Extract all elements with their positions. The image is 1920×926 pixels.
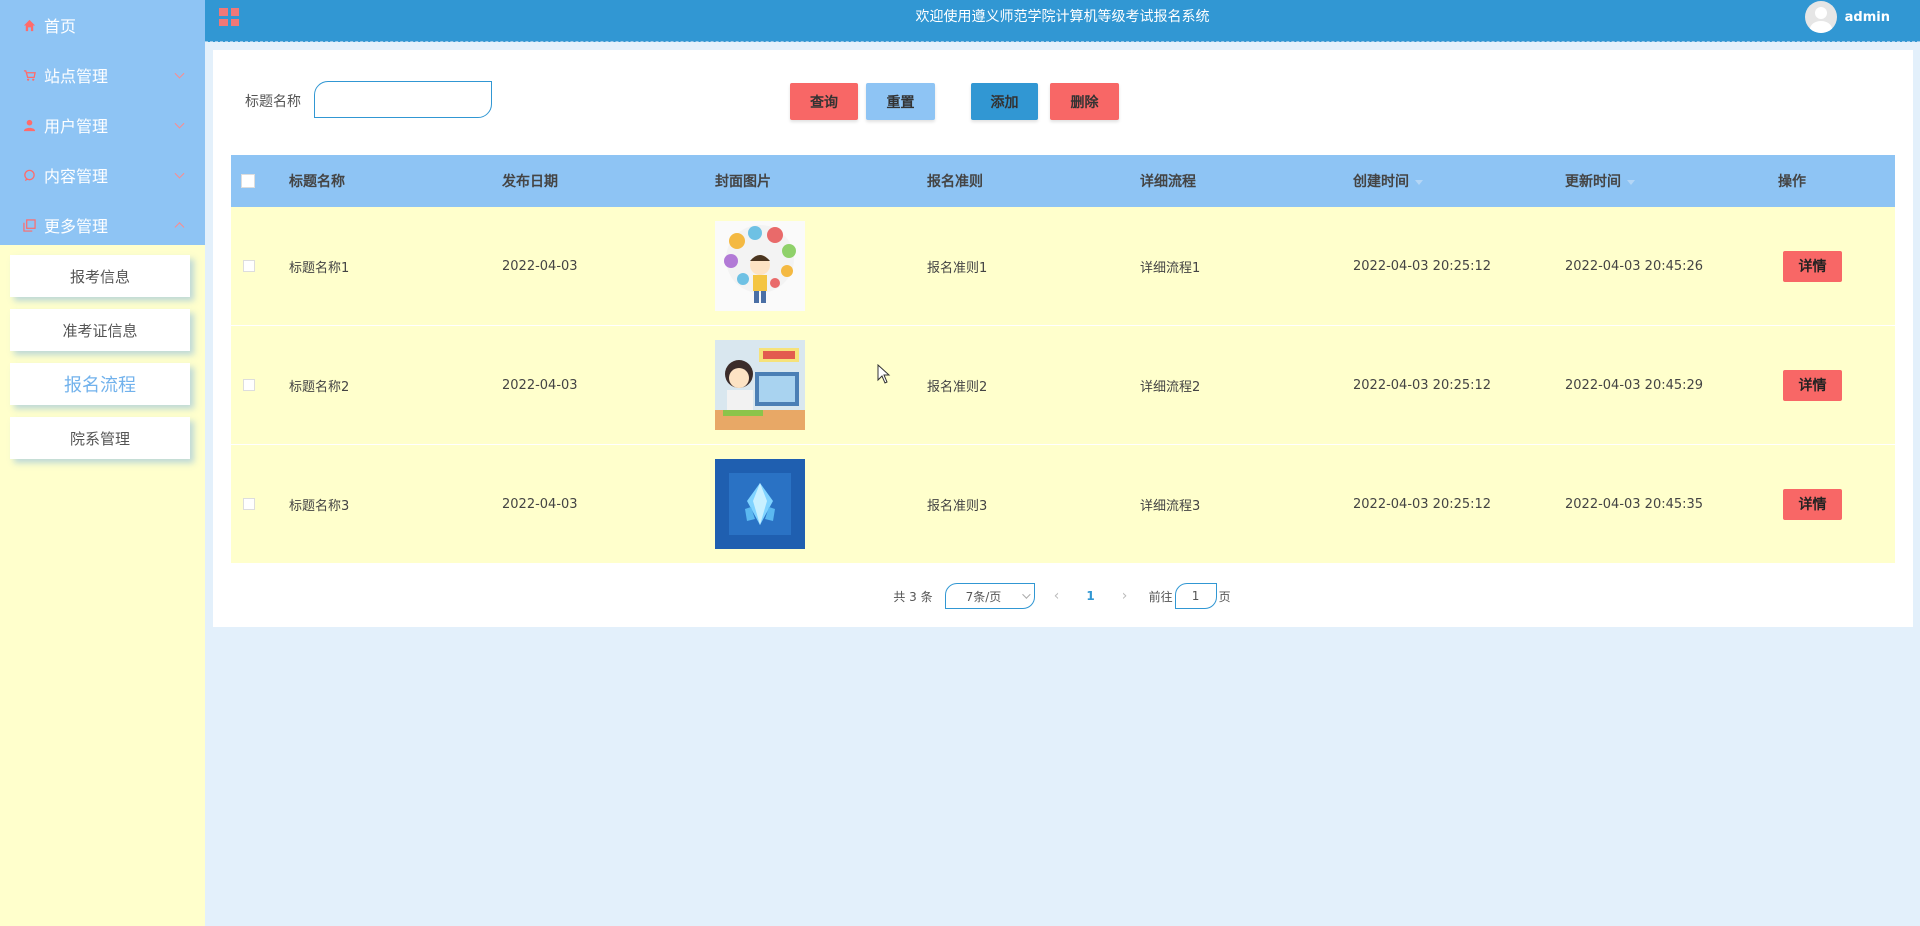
sidebar-item-label: 用户管理 bbox=[44, 117, 109, 136]
column-header: 操作 bbox=[1778, 174, 1806, 190]
cell-rule: 报名准则3 bbox=[927, 498, 988, 514]
cell-title: 标题名称3 bbox=[289, 498, 350, 514]
row-checkbox[interactable] bbox=[243, 498, 255, 510]
column-header: 标题名称 bbox=[289, 174, 345, 190]
reset-button[interactable]: 重置 bbox=[866, 83, 935, 120]
sidebar: 首页 站点管理 用户管理 内容管理 更多管理 报考信息 准考证信息 报名流程 院… bbox=[0, 0, 205, 926]
chevron-up-icon bbox=[174, 222, 185, 233]
detail-button[interactable]: 详情 bbox=[1783, 369, 1842, 401]
sidebar-item-home[interactable]: 首页 bbox=[0, 0, 205, 50]
cell-date: 2022-04-03 bbox=[502, 496, 578, 512]
chevron-down-icon bbox=[174, 118, 185, 129]
add-button[interactable]: 添加 bbox=[971, 83, 1038, 120]
query-button[interactable]: 查询 bbox=[790, 83, 858, 120]
search-input[interactable] bbox=[314, 81, 492, 118]
username: admin bbox=[1844, 9, 1890, 25]
cell-created: 2022-04-03 20:25:12 bbox=[1353, 258, 1492, 274]
sidebar-item-users[interactable]: 用户管理 bbox=[0, 100, 205, 150]
mouse-cursor-icon bbox=[877, 364, 891, 384]
select-all-checkbox[interactable] bbox=[241, 174, 255, 188]
goto-page: 前往 页 bbox=[1147, 583, 1233, 609]
submenu: 报考信息 准考证信息 报名流程 院系管理 bbox=[10, 255, 190, 471]
page-size-value: 7条/页 bbox=[965, 589, 1002, 604]
cell-date: 2022-04-03 bbox=[502, 377, 578, 393]
total-count: 共 3 条 bbox=[893, 589, 933, 604]
table-row: 标题名称2 2022-04-03 报名准则2 详细流程2 2022-04-03 … bbox=[231, 326, 1895, 445]
home-icon bbox=[22, 18, 36, 32]
prev-page-icon[interactable]: ‹ bbox=[1047, 588, 1067, 604]
goto-suffix: 页 bbox=[1218, 589, 1231, 604]
column-header: 详细流程 bbox=[1140, 174, 1196, 190]
detail-button[interactable]: 详情 bbox=[1783, 488, 1842, 520]
search-label: 标题名称 bbox=[245, 94, 301, 110]
cell-rule: 报名准则2 bbox=[927, 379, 988, 395]
column-header-label: 更新时间 bbox=[1565, 174, 1621, 190]
cell-updated: 2022-04-03 20:45:35 bbox=[1565, 496, 1704, 512]
sidebar-item-label: 内容管理 bbox=[44, 167, 109, 186]
submenu-item-admission-ticket[interactable]: 准考证信息 bbox=[10, 309, 190, 351]
table-row: 标题名称3 2022-04-03 报名准则3 详细流程3 2022-04-03 … bbox=[231, 445, 1895, 564]
column-header: 发布日期 bbox=[502, 174, 558, 190]
sort-icon[interactable] bbox=[1627, 179, 1635, 185]
goto-page-input[interactable] bbox=[1174, 583, 1217, 609]
detail-button[interactable]: 详情 bbox=[1783, 250, 1842, 282]
page-title: 欢迎使用遵义师范学院计算机等级考试报名系统 bbox=[915, 9, 1210, 25]
column-header: 封面图片 bbox=[715, 174, 771, 190]
table-row: 标题名称1 2022-04-03 报名准则1 详细流程1 2022-04-03 … bbox=[231, 207, 1895, 326]
sidebar-item-label: 首页 bbox=[44, 17, 77, 36]
chevron-down-icon bbox=[1021, 590, 1031, 599]
sort-icon[interactable] bbox=[1415, 179, 1423, 185]
cell-updated: 2022-04-03 20:45:26 bbox=[1565, 258, 1704, 274]
chevron-down-icon bbox=[174, 68, 185, 79]
delete-button[interactable]: 删除 bbox=[1050, 83, 1119, 120]
cell-rule: 报名准则1 bbox=[927, 260, 988, 276]
cell-title: 标题名称1 bbox=[289, 260, 350, 276]
chevron-down-icon bbox=[174, 168, 185, 179]
sidebar-item-label: 站点管理 bbox=[44, 67, 109, 86]
cell-updated: 2022-04-03 20:45:29 bbox=[1565, 377, 1704, 393]
table-header: 标题名称 发布日期 封面图片 报名准则 详细流程 创建时间 更新时间 操作 bbox=[231, 155, 1895, 207]
column-header-label: 创建时间 bbox=[1353, 174, 1409, 190]
avatar bbox=[1804, 1, 1837, 33]
cell-process: 详细流程3 bbox=[1140, 498, 1201, 514]
main-panel: 标题名称 查询 重置 添加 删除 标题名称 发布日期 封面图片 报名准则 详细流… bbox=[213, 50, 1913, 627]
user-icon bbox=[22, 118, 36, 132]
cart-icon bbox=[22, 68, 36, 82]
pagination: 共 3 条 7条/页 ‹ 1 › 前往 页 bbox=[213, 582, 1913, 610]
sidebar-item-label: 更多管理 bbox=[44, 217, 109, 236]
cell-created: 2022-04-03 20:25:12 bbox=[1353, 377, 1492, 393]
row-checkbox[interactable] bbox=[243, 379, 255, 391]
top-header: 欢迎使用遵义师范学院计算机等级考试报名系统 admin bbox=[205, 0, 1920, 42]
goto-prefix: 前往 bbox=[1148, 589, 1173, 604]
cover-image bbox=[715, 340, 805, 430]
page-size-select[interactable]: 7条/页 bbox=[944, 583, 1035, 609]
cell-process: 详细流程2 bbox=[1140, 379, 1201, 395]
column-header-sortable[interactable]: 更新时间 bbox=[1565, 171, 1778, 191]
cover-image bbox=[715, 221, 805, 311]
column-header: 报名准则 bbox=[927, 174, 983, 190]
cell-created: 2022-04-03 20:25:12 bbox=[1353, 496, 1492, 512]
submenu-item-exam-info[interactable]: 报考信息 bbox=[10, 255, 190, 297]
cell-title: 标题名称2 bbox=[289, 379, 350, 395]
submenu-item-department[interactable]: 院系管理 bbox=[10, 417, 190, 459]
cell-process: 详细流程1 bbox=[1140, 260, 1201, 276]
row-checkbox[interactable] bbox=[243, 260, 255, 272]
data-table: 标题名称 发布日期 封面图片 报名准则 详细流程 创建时间 更新时间 操作 标题… bbox=[231, 155, 1895, 564]
chat-icon bbox=[22, 168, 36, 182]
user-menu[interactable]: admin bbox=[1804, 0, 1890, 34]
cover-image bbox=[715, 459, 805, 549]
sidebar-item-content[interactable]: 内容管理 bbox=[0, 150, 205, 200]
cell-date: 2022-04-03 bbox=[502, 258, 578, 274]
sidebar-item-more[interactable]: 更多管理 bbox=[0, 200, 205, 250]
next-page-icon[interactable]: › bbox=[1115, 588, 1135, 604]
page-number[interactable]: 1 bbox=[1079, 589, 1103, 603]
sidebar-menu: 首页 站点管理 用户管理 内容管理 更多管理 bbox=[0, 0, 205, 245]
copy-icon bbox=[22, 218, 36, 232]
column-header-sortable[interactable]: 创建时间 bbox=[1353, 171, 1565, 191]
sidebar-item-site[interactable]: 站点管理 bbox=[0, 50, 205, 100]
submenu-item-registration-process[interactable]: 报名流程 bbox=[10, 363, 190, 405]
